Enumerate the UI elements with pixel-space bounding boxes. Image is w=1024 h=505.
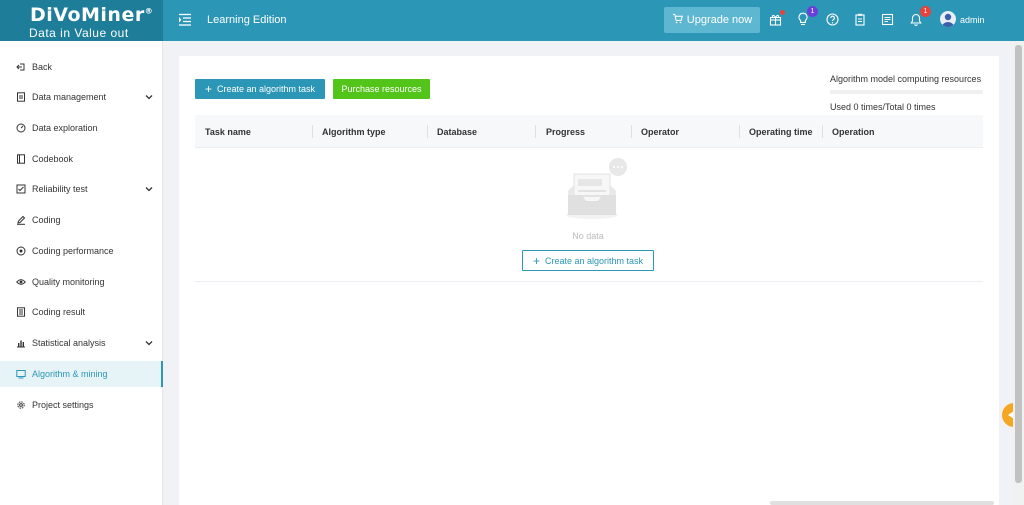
gift-icon[interactable] [768, 10, 785, 26]
list-icon [16, 307, 26, 317]
sidebar-item-label: Reliability test [32, 184, 88, 194]
pen-icon [16, 215, 26, 225]
column-header-database: Database [437, 127, 478, 137]
column-header-operator: Operator [641, 127, 680, 137]
bar-chart-icon [16, 338, 26, 348]
purchase-resources-button[interactable]: Purchase resources [333, 79, 430, 99]
sidebar-item-data-exploration[interactable]: Data exploration [0, 115, 163, 141]
sidebar: Back Data management Data exploration Co… [0, 41, 163, 505]
create-label: Create an algorithm task [544, 255, 644, 266]
sidebar-item-statistical-analysis[interactable]: Statistical analysis [0, 330, 163, 356]
scrollbar-thumb[interactable] [1015, 45, 1022, 483]
sidebar-item-label: Statistical analysis [32, 338, 106, 348]
create-algorithm-task-empty-button[interactable]: + Create an algorithm task [522, 250, 654, 271]
notification-badge: 1 [920, 6, 931, 17]
sidebar-item-label: Coding result [32, 307, 86, 317]
dashboard-icon [16, 123, 26, 133]
sidebar-item-back[interactable]: Back [0, 54, 163, 80]
sidebar-item-codebook[interactable]: Codebook [0, 146, 163, 172]
sidebar-item-label: Data exploration [32, 123, 98, 133]
sidebar-item-coding-performance[interactable]: Coding performance [0, 238, 163, 264]
sidebar-item-label: Coding performance [32, 246, 114, 256]
resources-title: Algorithm model computing resources [830, 74, 982, 84]
sidebar-item-label: Back [32, 62, 53, 72]
chevron-down-icon[interactable] [145, 93, 153, 101]
clipboard-icon[interactable] [853, 12, 867, 26]
sidebar-item-data-management[interactable]: Data management [0, 84, 163, 110]
sidebar-item-reliability-test[interactable]: Reliability test [0, 176, 163, 202]
document-icon [16, 92, 26, 102]
resources-usage-text: Used 0 times/Total 0 times [830, 102, 936, 112]
column-divider [535, 125, 536, 138]
column-divider [427, 125, 428, 138]
sidebar-item-quality-monitoring[interactable]: Quality monitoring [0, 269, 163, 295]
plus-icon: + [532, 253, 540, 268]
menu-toggle-icon[interactable] [178, 12, 192, 26]
column-divider [822, 125, 823, 138]
column-header-task-name: Task name [205, 127, 251, 137]
sidebar-item-label: Coding [32, 215, 61, 225]
sidebar-item-label: Data management [32, 92, 107, 102]
avatar[interactable] [940, 11, 956, 27]
chevron-down-icon[interactable] [145, 339, 153, 347]
cart-icon [672, 13, 683, 27]
column-divider [739, 125, 740, 138]
logo-tagline: Data in Value out [29, 26, 129, 40]
column-header-progress: Progress [546, 127, 586, 137]
sidebar-item-label: Quality monitoring [32, 277, 105, 287]
tips-bulb-icon[interactable]: 1 [796, 6, 818, 26]
create-label: Create an algorithm task [216, 84, 316, 94]
logo-text: DiVoMiner® [30, 4, 154, 26]
plus-icon: + [204, 82, 212, 96]
eye-icon [16, 277, 26, 287]
gift-dot [780, 10, 785, 15]
back-icon [16, 62, 26, 72]
empty-inbox-icon [562, 157, 632, 223]
edition-label: Learning Edition [207, 14, 287, 26]
logo[interactable]: DiVoMiner® Data in Value out [0, 0, 163, 41]
horizontal-scrollbar[interactable] [770, 501, 994, 505]
username[interactable]: admin [960, 15, 985, 25]
monitor-icon [16, 369, 26, 379]
column-divider [312, 125, 313, 138]
gear-icon [16, 400, 26, 410]
book-icon [16, 154, 26, 164]
top-header: DiVoMiner® Data in Value out Learning Ed… [0, 0, 1024, 41]
chevron-down-icon[interactable] [145, 185, 153, 193]
sidebar-item-algorithm-mining[interactable]: Algorithm & mining [0, 361, 163, 387]
column-divider [631, 125, 632, 138]
create-algorithm-task-button[interactable]: + Create an algorithm task [195, 79, 325, 99]
tips-badge: 1 [807, 6, 818, 17]
notification-bell-icon[interactable]: 1 [909, 6, 931, 26]
news-icon[interactable] [880, 12, 894, 26]
resources-progress-bar [830, 90, 983, 94]
sidebar-item-label: Codebook [32, 154, 74, 164]
upgrade-button[interactable]: Upgrade now [664, 7, 760, 33]
column-header-algorithm-type: Algorithm type [322, 127, 386, 137]
column-header-operating-time: Operating time [749, 127, 813, 137]
sidebar-item-label: Algorithm & mining [32, 369, 108, 379]
column-header-operation: Operation [832, 127, 875, 137]
sidebar-item-coding[interactable]: Coding [0, 207, 163, 233]
help-icon[interactable] [825, 12, 839, 26]
vertical-scrollbar[interactable] [1013, 41, 1024, 505]
no-data-text: No data [572, 231, 604, 241]
upgrade-label: Upgrade now [686, 14, 753, 26]
checklist-icon [16, 184, 26, 194]
sidebar-item-coding-result[interactable]: Coding result [0, 299, 163, 325]
table-bottom-border [195, 281, 983, 282]
sidebar-item-project-settings[interactable]: Project settings [0, 392, 163, 418]
gauge-icon [16, 246, 26, 256]
table-header: Task name Algorithm type Database Progre… [195, 115, 983, 148]
sidebar-item-label: Project settings [32, 400, 94, 410]
